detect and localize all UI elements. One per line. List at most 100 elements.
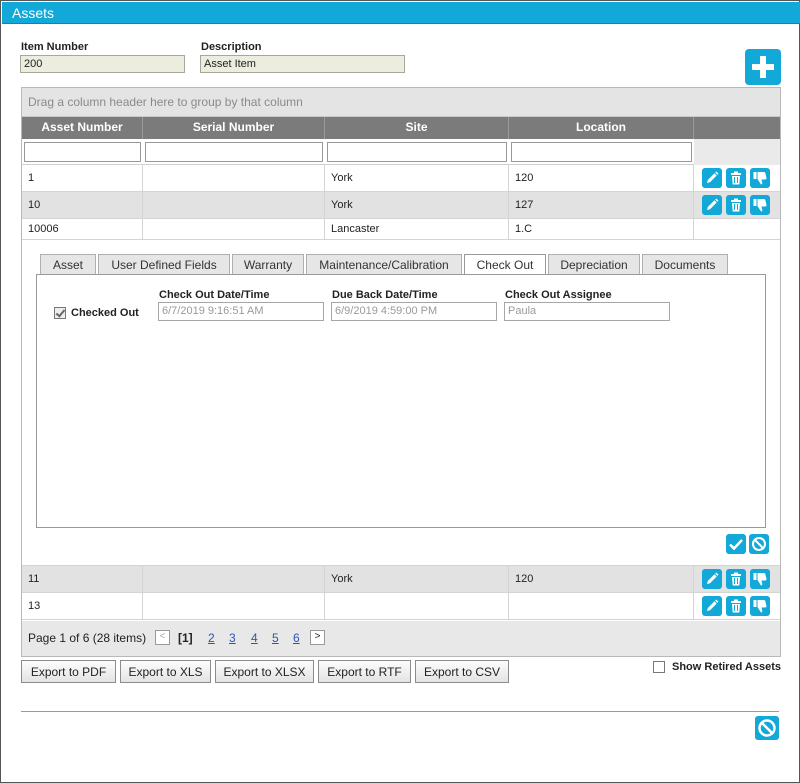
- check-out-assignee-field[interactable]: Paula: [504, 302, 670, 321]
- filter-site[interactable]: [327, 142, 507, 162]
- show-retired-checkbox[interactable]: [653, 661, 665, 673]
- cell-location: 1.C: [509, 219, 694, 240]
- edit-button[interactable]: [702, 569, 722, 589]
- filter-serial-number[interactable]: [145, 142, 323, 162]
- cell-asset-number: 11: [22, 566, 143, 593]
- cancel-icon: [758, 719, 776, 737]
- retire-button[interactable]: [750, 596, 770, 616]
- table-row[interactable]: 1 York 120: [22, 165, 780, 192]
- table-row[interactable]: 11 York 120: [22, 566, 780, 593]
- cell-site: York: [325, 566, 509, 593]
- thumbs-down-icon: [753, 600, 767, 613]
- detail-edit-form: Asset User Defined Fields Warranty Maint…: [22, 240, 780, 566]
- filter-location[interactable]: [511, 142, 692, 162]
- table-row[interactable]: 10 York 127: [22, 192, 780, 219]
- export-pdf-button[interactable]: Export to PDF: [21, 660, 116, 683]
- trash-icon: [731, 572, 741, 586]
- filter-row: [22, 139, 780, 165]
- tab-check-out[interactable]: Check Out: [464, 254, 546, 275]
- cancel-icon: [752, 537, 766, 551]
- table-row-expanded[interactable]: 10006 Lancaster 1.C: [22, 219, 780, 240]
- tab-maintenance-calibration[interactable]: Maintenance/Calibration: [306, 254, 462, 274]
- item-number-label: Item Number: [21, 41, 89, 53]
- check-out-panel: Checked Out Check Out Date/Time 6/7/2019…: [36, 274, 766, 528]
- table-row[interactable]: 13: [22, 593, 780, 620]
- edit-button[interactable]: [702, 195, 722, 215]
- check-out-date-field[interactable]: 6/7/2019 9:16:51 AM: [158, 302, 324, 321]
- cell-location: [509, 593, 694, 620]
- pencil-icon: [707, 198, 719, 210]
- edit-button[interactable]: [702, 168, 722, 188]
- header-row: Asset Number Serial Number Site Location: [22, 117, 780, 139]
- pager-next-button[interactable]: >: [310, 630, 325, 645]
- filter-asset-number[interactable]: [24, 142, 141, 162]
- delete-button[interactable]: [726, 596, 746, 616]
- show-retired-label: Show Retired Assets: [672, 661, 782, 673]
- edit-button[interactable]: [702, 596, 722, 616]
- thumbs-down-icon: [753, 573, 767, 586]
- tab-documents[interactable]: Documents: [642, 254, 728, 274]
- retire-button[interactable]: [750, 168, 770, 188]
- cell-serial-number: [143, 593, 325, 620]
- cell-asset-number: 1: [22, 165, 143, 192]
- cell-serial-number: [143, 192, 325, 219]
- cancel-edit-button[interactable]: [749, 534, 769, 554]
- assets-grid: Drag a column header here to group by th…: [21, 87, 781, 657]
- pencil-icon: [707, 572, 719, 584]
- tab-asset[interactable]: Asset: [40, 254, 96, 274]
- retire-button[interactable]: [750, 569, 770, 589]
- due-back-date-field[interactable]: 6/9/2019 4:59:00 PM: [331, 302, 497, 321]
- cell-location: 120: [509, 165, 694, 192]
- delete-button[interactable]: [726, 569, 746, 589]
- due-back-date-label: Due Back Date/Time: [332, 289, 438, 301]
- assets-window: Assets Item Number 200 Description Asset…: [0, 0, 800, 783]
- check-icon: [729, 539, 743, 551]
- pager-page-link[interactable]: 5: [272, 631, 279, 645]
- check-out-date-label: Check Out Date/Time: [159, 289, 270, 301]
- add-asset-button[interactable]: [745, 49, 781, 85]
- group-panel[interactable]: Drag a column header here to group by th…: [22, 88, 780, 117]
- pager: Page 1 of 6 (28 items) < [1] 2 3 4 5 6 >: [22, 621, 780, 656]
- tab-user-defined-fields[interactable]: User Defined Fields: [98, 254, 230, 274]
- pager-page-link[interactable]: 4: [251, 631, 258, 645]
- cell-asset-number: 10: [22, 192, 143, 219]
- tab-warranty[interactable]: Warranty: [232, 254, 304, 274]
- tab-depreciation[interactable]: Depreciation: [548, 254, 640, 274]
- trash-icon: [731, 198, 741, 212]
- retire-button[interactable]: [750, 195, 770, 215]
- checked-out-label: Checked Out: [71, 307, 139, 319]
- cell-serial-number: [143, 219, 325, 240]
- item-number-field[interactable]: 200: [20, 55, 185, 73]
- checked-out-checkbox[interactable]: [54, 307, 66, 319]
- column-header-location[interactable]: Location: [509, 117, 694, 139]
- cell-site: York: [325, 192, 509, 219]
- cell-asset-number: 10006: [22, 219, 143, 240]
- delete-button[interactable]: [726, 195, 746, 215]
- description-field[interactable]: Asset Item: [200, 55, 405, 73]
- export-xlsx-button[interactable]: Export to XLSX: [215, 660, 314, 683]
- column-header-site[interactable]: Site: [325, 117, 509, 139]
- column-header-asset-number[interactable]: Asset Number: [22, 117, 143, 139]
- save-button[interactable]: [726, 534, 746, 554]
- close-button[interactable]: [755, 716, 779, 740]
- pager-summary: Page 1 of 6 (28 items): [28, 631, 147, 645]
- trash-icon: [731, 171, 741, 185]
- pager-prev-button[interactable]: <: [155, 630, 170, 645]
- cell-site: York: [325, 165, 509, 192]
- pencil-icon: [707, 171, 719, 183]
- pager-page-link[interactable]: 6: [293, 631, 300, 645]
- thumbs-down-icon: [753, 172, 767, 185]
- export-csv-button[interactable]: Export to CSV: [415, 660, 509, 683]
- pager-page-link[interactable]: 3: [229, 631, 236, 645]
- cell-site: Lancaster: [325, 219, 509, 240]
- delete-button[interactable]: [726, 168, 746, 188]
- footer-divider: [21, 711, 779, 712]
- export-xls-button[interactable]: Export to XLS: [120, 660, 211, 683]
- pencil-icon: [707, 599, 719, 611]
- cell-site: [325, 593, 509, 620]
- cell-serial-number: [143, 165, 325, 192]
- column-header-serial-number[interactable]: Serial Number: [143, 117, 325, 139]
- export-rtf-button[interactable]: Export to RTF: [318, 660, 411, 683]
- pager-page-link[interactable]: 2: [208, 631, 215, 645]
- cell-location: 120: [509, 566, 694, 593]
